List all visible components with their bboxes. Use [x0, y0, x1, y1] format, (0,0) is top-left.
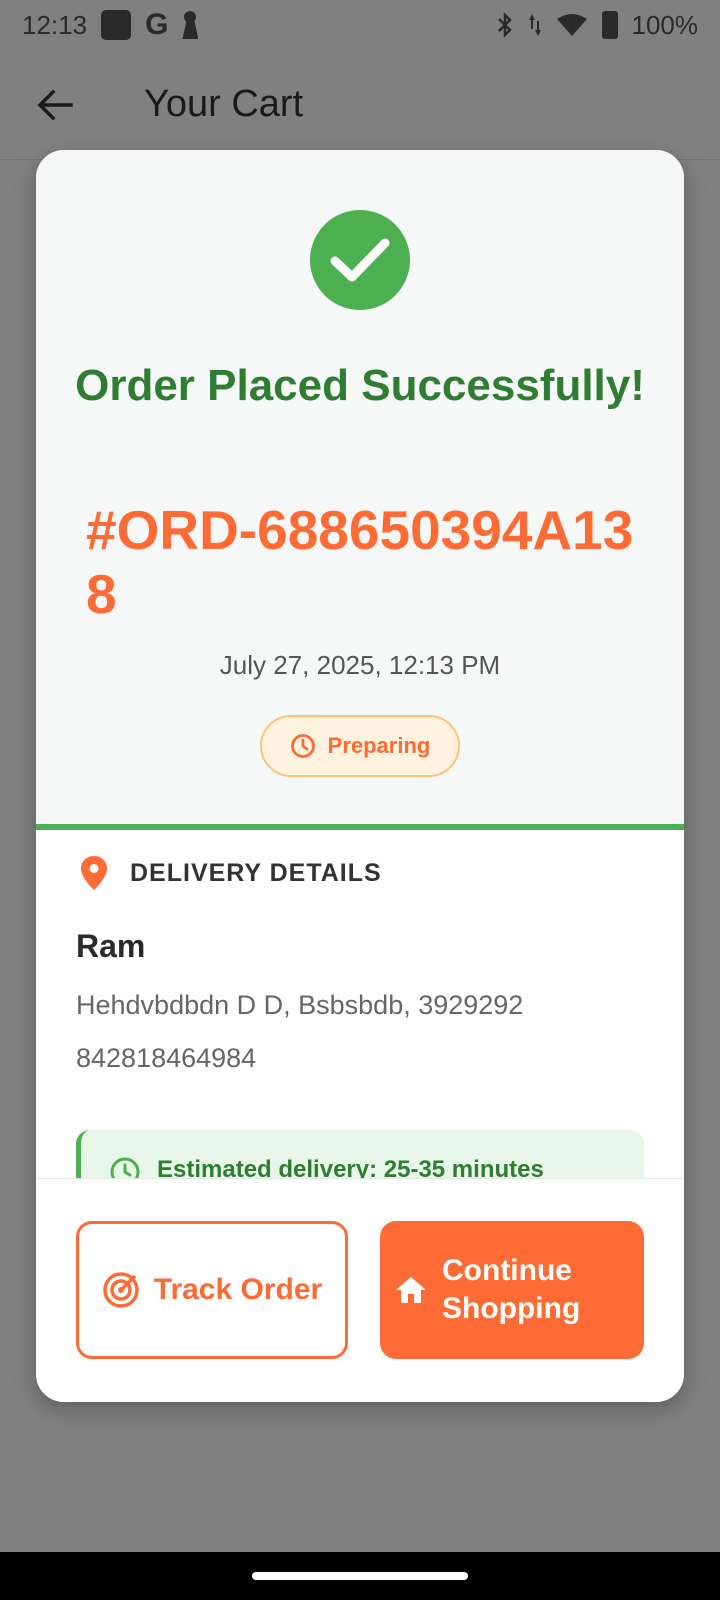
app-bar: Your Cart	[0, 50, 720, 160]
notification-app-icon	[101, 10, 132, 40]
delivery-section-header: DELIVERY DETAILS	[80, 855, 382, 891]
order-summary-panel: Order Placed Successfully! #ORD-68865039…	[36, 150, 684, 830]
continue-shopping-label: Continue Shopping	[442, 1254, 581, 1325]
order-date: July 27, 2025, 12:13 PM	[219, 650, 501, 680]
status-label: Preparing	[327, 733, 431, 758]
battery-percent: 100%	[631, 9, 699, 40]
back-arrow-icon[interactable]	[0, 50, 110, 160]
page-title: Your Cart	[144, 83, 304, 125]
bluetooth-icon	[497, 12, 512, 38]
home-indicator[interactable]	[252, 1572, 468, 1580]
status-badge: Preparing	[260, 715, 460, 777]
data-arrows-icon	[528, 14, 541, 36]
google-icon: G	[145, 8, 169, 41]
order-success-dialog: Order Placed Successfully! #ORD-68865039…	[36, 150, 684, 1402]
navigation-bar	[0, 1552, 720, 1600]
order-id: #ORD-688650394A138	[86, 499, 634, 625]
customer-name: Ram	[76, 928, 146, 964]
track-order-label: Track Order	[153, 1273, 323, 1306]
success-title: Order Placed Successfully!	[75, 361, 645, 410]
location-pin-icon	[81, 856, 107, 890]
delivery-address: Hehdvbdbdn D D, Bsbsbdb, 3929292	[76, 990, 524, 1020]
customer-phone: 842818464984	[76, 1043, 257, 1073]
continue-shopping-button[interactable]: Continue Shopping	[380, 1221, 644, 1359]
screen: 12:13 G 100% Your Cart Order Placed Succ…	[0, 0, 720, 1600]
delivery-section-title: DELIVERY DETAILS	[130, 858, 382, 887]
radar-icon	[103, 1272, 139, 1308]
battery-icon	[601, 11, 618, 39]
home-icon	[396, 1277, 426, 1303]
wifi-icon	[556, 14, 587, 36]
dialog-actions: Track Order Continue Shopping	[36, 1178, 684, 1402]
check-icon	[310, 210, 410, 310]
track-order-button[interactable]: Track Order	[76, 1221, 348, 1359]
clock-icon	[290, 734, 315, 758]
keyhole-icon	[182, 11, 198, 39]
status-bar: 12:13 G 100%	[0, 0, 720, 50]
status-time: 12:13	[22, 9, 88, 40]
